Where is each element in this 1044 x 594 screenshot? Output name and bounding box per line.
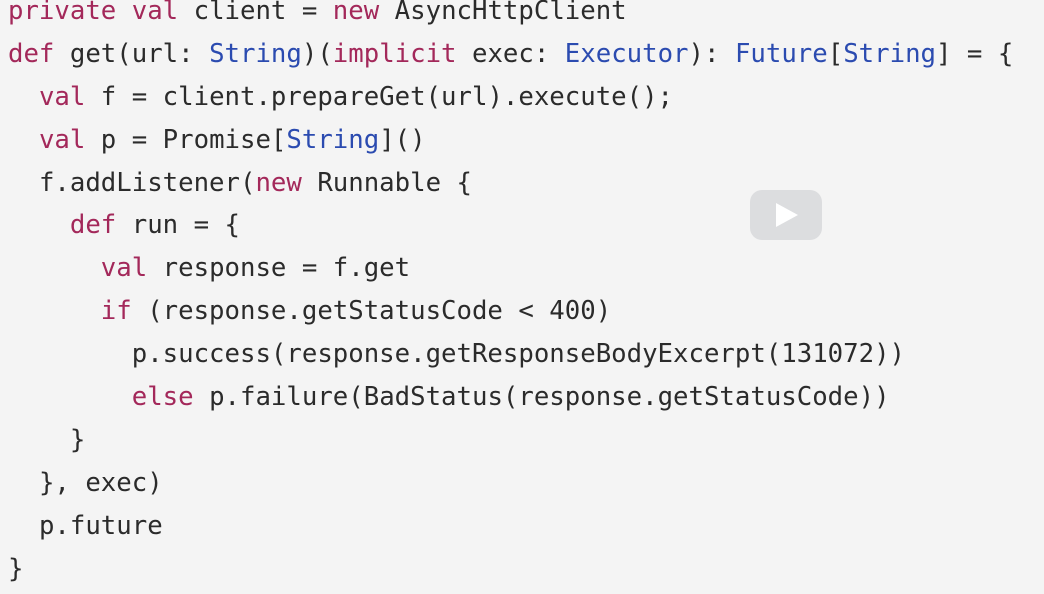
code-keyword: implicit xyxy=(332,38,457,69)
code-text: p = Promise[ xyxy=(85,124,287,155)
code-keyword: new xyxy=(255,167,302,198)
code-keyword: new xyxy=(332,0,380,26)
code-text: }, exec) xyxy=(38,467,163,498)
code-line: } xyxy=(8,548,1013,591)
code-text: client = xyxy=(178,0,333,26)
code-keyword: def xyxy=(8,38,55,69)
code-text: f = client.prepareGet(url).execute(); xyxy=(85,81,674,112)
code-line: else p.failure(BadStatus(response.getSta… xyxy=(8,376,1013,419)
code-keyword: val xyxy=(38,81,86,112)
play-button[interactable] xyxy=(750,190,822,240)
code-text: AsyncHttpClient xyxy=(379,0,627,26)
code-text: response = f.get xyxy=(147,253,411,284)
code-text: p.success(response.getResponseBodyExcerp… xyxy=(131,339,905,370)
code-line: f.addListener(new Runnable { xyxy=(8,162,1013,205)
code-type: Executor xyxy=(564,38,689,69)
code-keyword: val xyxy=(38,124,86,155)
code-text: Runnable { xyxy=(301,167,472,198)
code-line: p.future xyxy=(8,505,1013,548)
code-keyword: val xyxy=(131,0,179,26)
code-text: } xyxy=(69,424,86,455)
code-text: exec: xyxy=(456,38,565,69)
code-line: } xyxy=(8,419,1013,462)
code-line: def run = { xyxy=(8,204,1013,247)
code-text: ] = { xyxy=(936,38,1014,69)
code-text: ): xyxy=(688,38,735,69)
code-line: if (response.getStatusCode < 400) xyxy=(8,290,1013,333)
code-type: String xyxy=(209,38,302,69)
code-text: p.failure(BadStatus(response.getStatusCo… xyxy=(193,382,890,413)
code-text: ]() xyxy=(379,124,426,155)
code-type: Future xyxy=(734,38,828,69)
code-keyword: val xyxy=(100,253,148,284)
code-keyword: private xyxy=(8,0,117,26)
code-text: (response.getStatusCode < 400) xyxy=(131,296,612,327)
play-icon xyxy=(776,203,798,227)
code-line: p.success(response.getResponseBodyExcerp… xyxy=(8,333,1013,376)
code-line: private val client = new AsyncHttpClient xyxy=(8,0,1013,33)
code-line: val p = Promise[String]() xyxy=(8,119,1013,162)
code-line: def get(url: String)(implicit exec: Exec… xyxy=(8,33,1013,76)
code-text: run = { xyxy=(116,210,241,241)
code-text: [ xyxy=(827,38,844,69)
code-type: String xyxy=(286,124,380,155)
code-text: f.addListener( xyxy=(38,167,256,198)
code-text: get(url: xyxy=(54,38,210,69)
code-text: p.future xyxy=(38,510,163,541)
code-type: String xyxy=(843,38,936,69)
code-line: val response = f.get xyxy=(8,247,1013,290)
code-line: val f = client.prepareGet(url).execute()… xyxy=(8,76,1013,119)
code-keyword: def xyxy=(69,210,117,241)
code-keyword: else xyxy=(131,382,194,413)
code-text: )( xyxy=(301,38,333,69)
code-keyword: if xyxy=(100,296,132,327)
code-line: }, exec) xyxy=(8,462,1013,505)
code-block: private val client = new AsyncHttpClient… xyxy=(8,0,1013,590)
code-text: } xyxy=(8,553,24,584)
